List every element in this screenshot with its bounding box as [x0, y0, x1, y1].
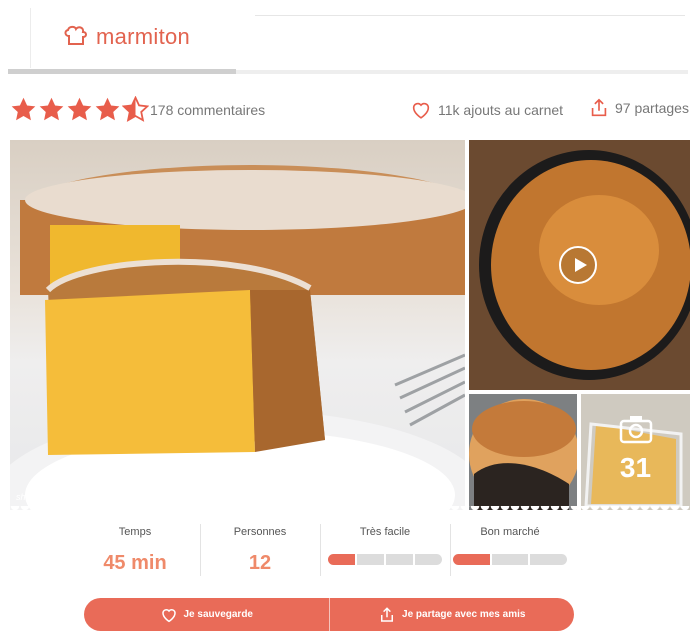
share-icon [381, 606, 394, 622]
action-bar: Je sauvegarde Je partage avec mes amis [84, 598, 574, 631]
save-button[interactable]: Je sauvegarde [84, 598, 329, 631]
difficulty-label: Très facile [359, 526, 411, 538]
marmiton-logo[interactable]: marmiton [62, 24, 190, 50]
reviews-count[interactable]: 178 commentaires [150, 102, 265, 118]
video-thumbnail[interactable] [469, 140, 690, 390]
cost-segment [491, 554, 529, 565]
star-full-icon [95, 97, 120, 121]
share-icon [591, 98, 607, 117]
recipe-info: Temps 45 min Personnes 12 Très facile Bo… [70, 520, 620, 582]
difficulty-segment [357, 554, 384, 565]
star-full-icon [67, 97, 92, 121]
recipe-gallery: shutterstock 31 [10, 140, 690, 510]
chef-hat-icon [64, 25, 87, 45]
people-value: 12 [248, 552, 272, 574]
people-label: Personnes [233, 526, 287, 538]
shares-button[interactable]: 97 partages [588, 97, 689, 119]
header-top-line [255, 15, 685, 16]
star-full-icon [39, 97, 64, 121]
share-label: Je partage avec mes amis [402, 609, 526, 620]
cost-segment [453, 554, 490, 565]
shares-count: 97 partages [615, 100, 689, 116]
time-label: Temps [118, 526, 152, 538]
heart-icon [161, 608, 176, 622]
difficulty-segment [328, 554, 355, 565]
difficulty-cell: Très facile [320, 520, 450, 578]
header-divider [30, 8, 31, 68]
gallery-thumbnail[interactable] [469, 394, 577, 510]
play-button[interactable] [559, 246, 597, 284]
photo-credit: shutterstock [16, 492, 65, 502]
share-friends-button[interactable]: Je partage avec mes amis [330, 598, 575, 631]
cost-cell: Bon marché [450, 520, 570, 578]
time-cell: Temps 45 min [70, 520, 200, 578]
main-recipe-photo[interactable]: shutterstock [10, 140, 465, 510]
recipe-stats: 178 commentaires 11k ajouts au carnet 97… [10, 96, 690, 126]
difficulty-bar [328, 554, 442, 565]
rating-stars[interactable] [10, 96, 149, 123]
difficulty-segment [386, 554, 413, 565]
time-value: 45 min [103, 552, 167, 574]
difficulty-segment [415, 554, 442, 565]
camera-icon [619, 416, 653, 444]
favorites-button[interactable]: 11k ajouts au carnet [410, 99, 563, 121]
logo-text: marmiton [96, 24, 191, 49]
favorites-count: 11k ajouts au carnet [438, 102, 564, 118]
people-cell: Personnes 12 [200, 520, 320, 578]
photos-counter-tile[interactable]: 31 [581, 394, 690, 510]
cost-label: Bon marché [480, 526, 540, 538]
scalloped-border [10, 506, 690, 514]
header-active-indicator [8, 69, 236, 74]
cake-illustration [10, 165, 465, 510]
heart-icon [412, 102, 430, 119]
star-half-icon [122, 96, 149, 122]
cake-slice-illustration [469, 394, 577, 510]
cost-bar [453, 554, 568, 565]
star-full-icon [11, 97, 36, 121]
photo-count: 31 [619, 452, 652, 483]
save-label: Je sauvegarde [183, 609, 254, 620]
cost-segment [530, 554, 568, 565]
site-header: marmiton [0, 0, 697, 78]
